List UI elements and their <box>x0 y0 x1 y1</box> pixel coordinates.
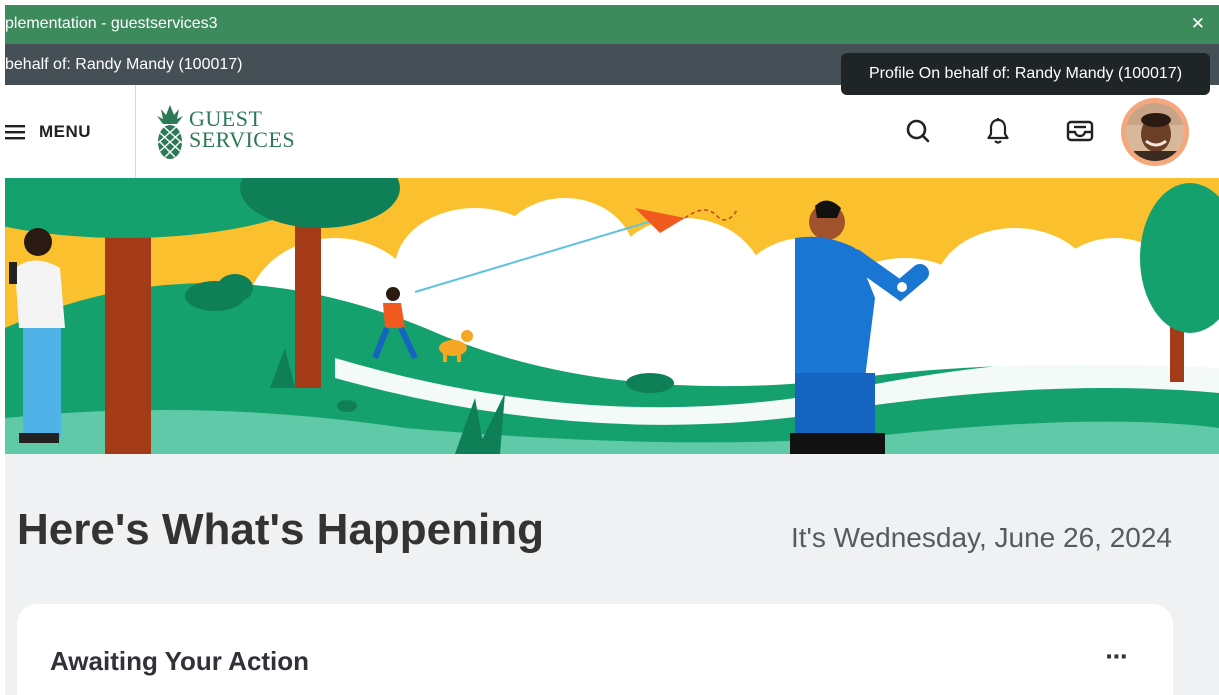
implementation-title: plementation - guestservices3 <box>5 15 218 32</box>
implementation-bar: plementation - guestservices3 ✕ <box>5 5 1219 44</box>
avatar-photo <box>1126 103 1184 161</box>
hamburger-icon <box>5 124 25 139</box>
bell-icon[interactable] <box>980 113 1016 149</box>
more-options-icon[interactable]: ⋯ <box>1102 644 1132 669</box>
current-date: It's Wednesday, June 26, 2024 <box>790 522 1172 553</box>
hero-banner-illustration <box>5 178 1219 454</box>
app-header: MENU GUEST SERVICES <box>5 85 1219 178</box>
workday-home-page: plementation - guestservices3 ✕ behalf o… <box>5 5 1219 695</box>
header-divider <box>135 85 136 178</box>
search-icon[interactable] <box>900 113 936 149</box>
pineapple-logo-icon <box>157 105 183 159</box>
menu-label: MENU <box>39 121 92 141</box>
inbox-icon[interactable] <box>1062 113 1098 149</box>
profile-avatar[interactable] <box>1121 98 1189 166</box>
logo-text: GUEST SERVICES <box>189 106 296 152</box>
card-title: Awaiting Your Action <box>50 646 310 676</box>
close-icon[interactable]: ✕ <box>1191 14 1205 34</box>
page-heading: Here's What's Happening <box>17 505 545 554</box>
on-behalf-text: behalf of: Randy Mandy (100017) <box>5 56 243 73</box>
guest-services-logo[interactable]: GUEST SERVICES <box>155 103 305 161</box>
menu-button[interactable]: MENU <box>5 85 135 178</box>
profile-tooltip: Profile On behalf of: Randy Mandy (10001… <box>841 53 1210 95</box>
awaiting-action-card: Awaiting Your Action ⋯ <box>17 604 1173 695</box>
